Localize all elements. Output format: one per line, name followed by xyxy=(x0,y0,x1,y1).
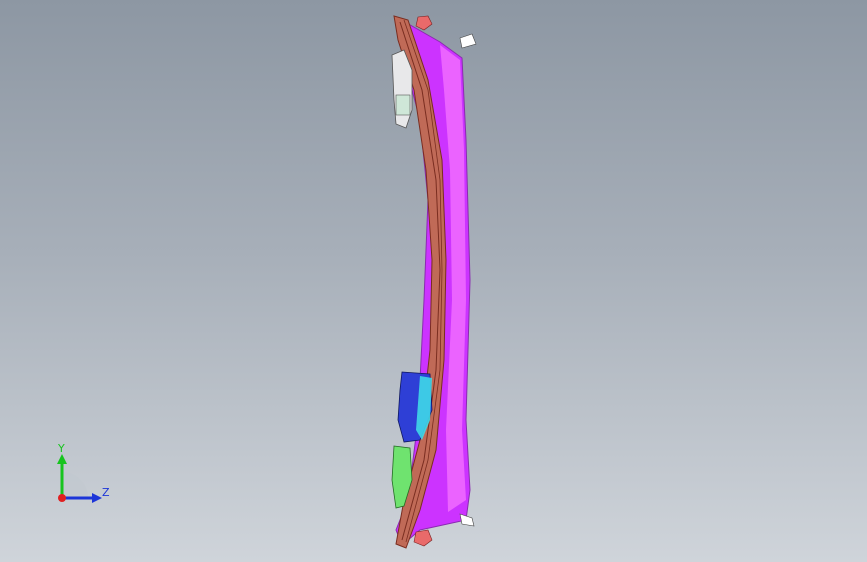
top-cap[interactable] xyxy=(415,15,433,31)
bumper-model[interactable] xyxy=(0,0,867,562)
view-triad[interactable]: Y Z xyxy=(40,440,120,515)
triad-z-arrow xyxy=(92,493,102,503)
triad-y-label: Y xyxy=(58,442,65,455)
graphics-viewport[interactable]: Y Z xyxy=(0,0,867,562)
triad-origin xyxy=(58,494,66,502)
triad-z-label: Z xyxy=(102,486,110,499)
triad-quadrant xyxy=(62,472,88,498)
bottom-cap[interactable] xyxy=(413,529,433,547)
upper-bracket[interactable] xyxy=(391,49,413,129)
top-tab xyxy=(459,33,477,49)
upper-bracket-detail xyxy=(395,94,411,116)
triad-y-arrow xyxy=(57,454,67,464)
